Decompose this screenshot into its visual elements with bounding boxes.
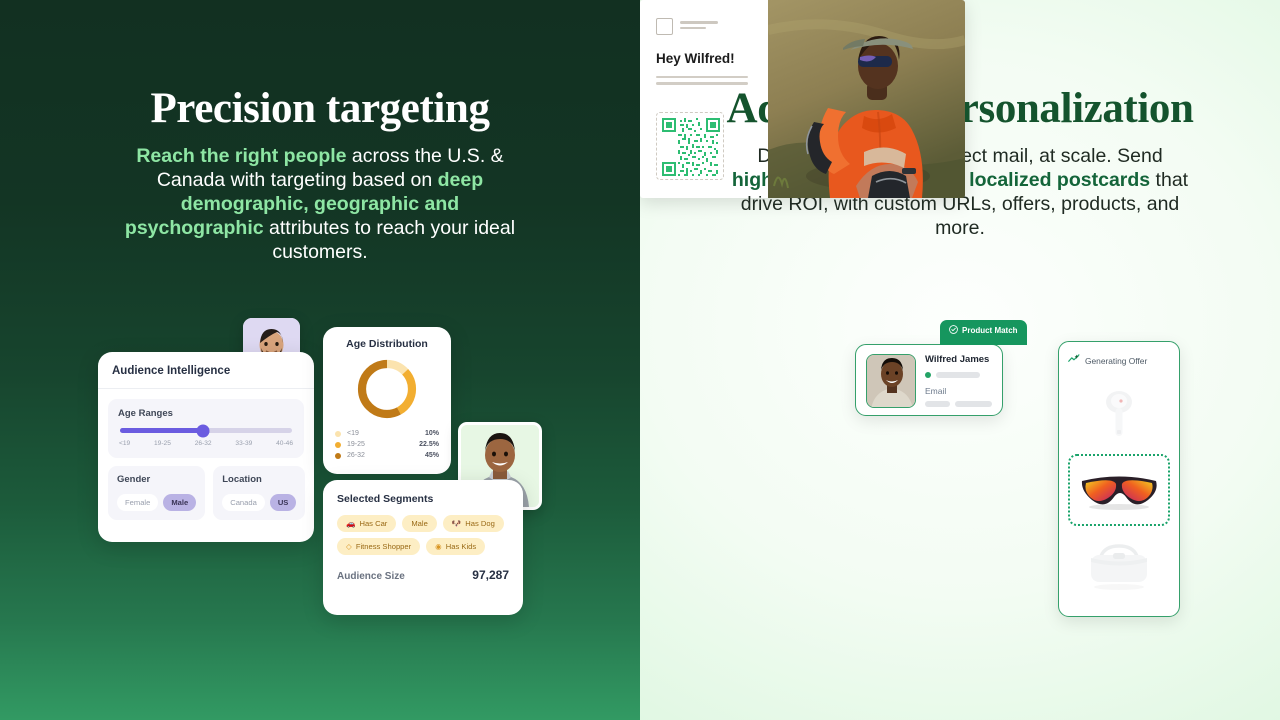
- left-heading-block: Precision targeting: [0, 84, 640, 133]
- donut-chart-svg: [357, 359, 417, 419]
- age-ranges-slider-fill: [120, 428, 203, 433]
- logo-text-placeholder: [680, 21, 718, 32]
- product-match-badge-label: Product Match: [962, 326, 1018, 335]
- segment-label: Fitness Shopper: [355, 542, 412, 551]
- feature-comparison-graphic: Precision targeting Reach the right peop…: [0, 0, 1280, 720]
- legend-value-1: 22.5%: [419, 441, 439, 448]
- segment-pill-fitness-shopper[interactable]: ◇ Fitness Shopper: [337, 538, 421, 555]
- legend-row: <19 10%: [335, 430, 439, 437]
- left-subtitle-highlight-1: Reach the right people: [136, 145, 347, 167]
- contact-avatar: [866, 354, 916, 408]
- age-distribution-donut: [323, 356, 451, 422]
- left-subtitle-text-2: attributes to reach your ideal customers…: [263, 217, 516, 263]
- segment-pill-male[interactable]: Male: [402, 515, 437, 532]
- segment-label: Male: [411, 519, 428, 528]
- age-distribution-card: Age Distribution <19 10% 19-25 22.5% 26-…: [323, 327, 451, 474]
- legend-label-0: <19: [347, 430, 359, 437]
- segment-pill-list: 🚗 Has Car Male 🐶 Has Dog ◇ Fitness Shopp…: [323, 515, 523, 555]
- offer-product-earbuds[interactable]: [1068, 378, 1170, 450]
- product-match-badge: Product Match: [940, 320, 1027, 345]
- age-tick-3: 33-39: [235, 440, 253, 447]
- location-option-canada[interactable]: Canada: [222, 494, 265, 511]
- status-placeholder-bar: [936, 372, 980, 378]
- offer-product-sunglasses[interactable]: [1068, 454, 1170, 526]
- baby-face-icon: ◉: [435, 541, 442, 551]
- legend-label-1: 19-25: [347, 441, 365, 448]
- audience-size-row: Audience Size 97,287: [323, 555, 523, 582]
- legend-row: 19-25 22.5%: [335, 441, 439, 448]
- age-ranges-slider-thumb[interactable]: [196, 424, 210, 437]
- generating-offer-title: Generating Offer: [1085, 356, 1148, 366]
- logo-placeholder-icon: [656, 18, 673, 35]
- legend-row: 26-32 45%: [335, 452, 439, 459]
- audience-card-body: Age Ranges <19 19-25 26-32 33-39 40-46 G…: [98, 389, 314, 532]
- age-tick-0: <19: [119, 440, 131, 447]
- diamond-icon: ◇: [346, 541, 352, 551]
- offer-product-crossbody-bag[interactable]: [1068, 530, 1170, 602]
- selected-segments-title: Selected Segments: [337, 493, 434, 505]
- contact-match-card: Wilfred James Email: [855, 344, 1003, 416]
- segment-pill-has-dog[interactable]: 🐶 Has Dog: [442, 515, 504, 532]
- postcard-logo-row: [656, 18, 752, 35]
- email-placeholder-bar: [955, 401, 992, 407]
- age-tick-1: 19-25: [154, 440, 171, 447]
- check-circle-icon: [949, 325, 958, 336]
- gender-label: Gender: [117, 474, 151, 485]
- legend-dot-1: [335, 441, 341, 448]
- audience-intelligence-card: Audience Intelligence Age Ranges <19 19-…: [98, 352, 314, 542]
- legend-dot-2: [335, 452, 341, 459]
- gender-option-male[interactable]: Male: [163, 494, 197, 511]
- segment-label: Has Car: [359, 519, 388, 528]
- contact-email-placeholders: [925, 401, 992, 407]
- car-icon: 🚗: [346, 518, 356, 528]
- demographic-filters-row: Gender Female Male Location Canada US: [108, 466, 306, 520]
- qr-code-icon: [662, 118, 720, 176]
- legend-dot-0: [335, 430, 341, 437]
- segment-label: Has Dog: [465, 519, 495, 528]
- age-tick-4: 40-46: [276, 440, 293, 447]
- status-dot-icon: [925, 372, 931, 378]
- generating-offer-panel: Generating Offer: [1058, 341, 1180, 617]
- generating-offer-header: Generating Offer: [1068, 352, 1170, 370]
- postcard-preview: Hey Wilfred!: [640, 0, 965, 198]
- contact-name: Wilfred James: [925, 354, 990, 365]
- postcard-photo: [768, 0, 965, 198]
- segment-pill-has-car[interactable]: 🚗 Has Car: [337, 515, 397, 532]
- right-panel-advanced-personalization: Advanced personalization Deliver persona…: [640, 0, 1280, 720]
- audience-size-label: Audience Size: [337, 571, 405, 582]
- left-subtitle: Reach the right people across the U.S. &…: [0, 144, 640, 264]
- legend-label-2: 26-32: [347, 452, 365, 459]
- age-ranges-slider[interactable]: [120, 424, 292, 437]
- contact-email-label: Email: [925, 386, 947, 396]
- postcard-qr-code[interactable]: [656, 112, 724, 180]
- gender-option-female[interactable]: Female: [117, 494, 159, 511]
- audience-card-header: Audience Intelligence: [98, 352, 314, 389]
- age-tick-2: 26-32: [194, 440, 212, 447]
- trend-sparkle-icon: [1068, 352, 1080, 370]
- age-ranges-panel: Age Ranges <19 19-25 26-32 33-39 40-46: [108, 399, 304, 458]
- segment-label: Has Kids: [445, 542, 477, 551]
- postcard-greeting: Hey Wilfred!: [656, 51, 735, 66]
- location-filter-panel: Location Canada US: [213, 466, 306, 520]
- selected-segments-card: Selected Segments 🚗 Has Car Male 🐶 Has D…: [323, 480, 523, 615]
- age-distribution-legend: <19 10% 19-25 22.5% 26-32 45%: [323, 422, 451, 459]
- age-ranges-ticks: <19 19-25 26-32 33-39 40-46: [118, 440, 294, 447]
- segment-pill-has-kids[interactable]: ◉ Has Kids: [426, 538, 486, 555]
- email-placeholder-bar: [925, 401, 951, 407]
- contact-status-row: [925, 372, 992, 378]
- left-panel-precision-targeting: Precision targeting Reach the right peop…: [0, 0, 640, 720]
- audience-size-value: 97,287: [472, 568, 509, 582]
- location-label: Location: [222, 474, 262, 485]
- postcard-body-placeholder: [656, 76, 752, 85]
- age-distribution-title: Age Distribution: [346, 338, 428, 350]
- left-page-title: Precision targeting: [150, 85, 490, 132]
- dog-icon: 🐶: [451, 518, 462, 528]
- postcard-message-side: Hey Wilfred!: [640, 0, 768, 198]
- legend-value-0: 10%: [424, 430, 439, 437]
- location-option-us[interactable]: US: [269, 494, 297, 511]
- age-ranges-label: Age Ranges: [118, 408, 173, 419]
- legend-value-2: 45%: [424, 452, 439, 459]
- gender-filter-panel: Gender Female Male: [108, 466, 206, 520]
